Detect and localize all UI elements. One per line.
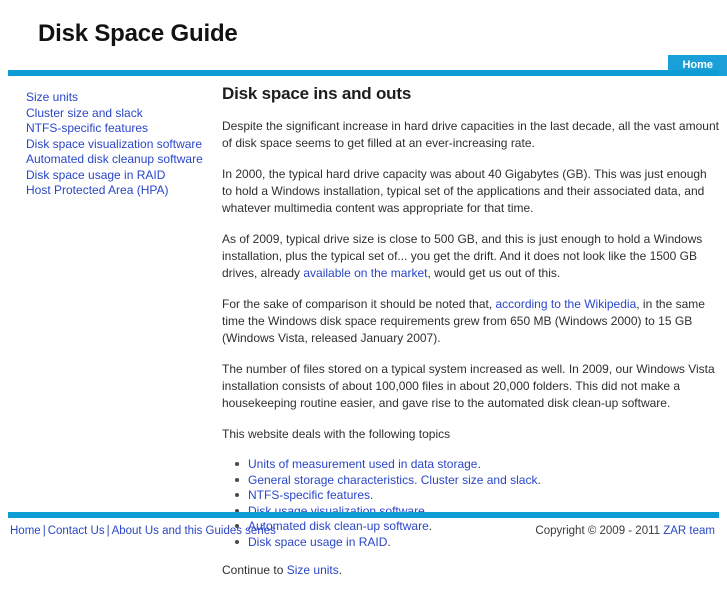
footer-accent-bar — [8, 512, 719, 518]
sidebar-item-size-units[interactable]: Size units — [26, 90, 204, 106]
topic-period: . — [370, 488, 374, 502]
footer-links: Home | Contact Us | About Us and this Guides… — [10, 525, 276, 537]
sidebar-item-visualization-software[interactable]: Disk space visualization software — [26, 137, 204, 153]
topic-period: . — [477, 457, 481, 471]
footer-separator: | — [42, 525, 46, 537]
sidebar-item-raid-usage[interactable]: Disk space usage in RAID — [26, 168, 204, 184]
footer-separator: | — [106, 525, 110, 537]
topic-period: . — [537, 472, 541, 487]
paragraph-year-2009: As of 2009, typical drive size is close … — [222, 231, 719, 282]
header-accent-bar — [8, 70, 719, 76]
sidebar-nav: Size units Cluster size and slack NTFS-s… — [26, 90, 204, 199]
link-according-to-wikipedia[interactable]: according to the Wikipedia — [496, 297, 637, 311]
footer-link-about-us[interactable]: About Us and this Guides series — [112, 525, 276, 537]
bullet-icon — [235, 462, 239, 466]
topic-link-ntfs-specific-features[interactable]: NTFS-specific features — [248, 488, 370, 502]
paragraph-topics-lead: This website deals with the following to… — [222, 427, 451, 441]
bullet-icon — [235, 493, 239, 497]
copyright-text: Copyright © 2009 - 2011 — [535, 525, 664, 537]
page-footer: Home | Contact Us | About Us and this Guides… — [0, 512, 727, 545]
continue-line: Continue to Size units. — [222, 562, 719, 579]
footer-link-home[interactable]: Home — [10, 525, 41, 537]
paragraph-year-2009-text-after: , would get us out of this. — [427, 266, 561, 280]
page-header: Disk Space Guide Home — [0, 0, 727, 76]
list-item: General storage characteristics. Cluster… — [235, 472, 719, 489]
sidebar-item-cleanup-software[interactable]: Automated disk cleanup software — [26, 152, 204, 168]
footer-link-contact-us[interactable]: Contact Us — [48, 525, 105, 537]
bullet-icon — [235, 477, 239, 482]
continue-suffix: . — [338, 563, 343, 577]
topic-link-units-of-measurement[interactable]: Units of measurement used in data storag… — [248, 457, 477, 471]
paragraph-file-counts: The number of files stored on a typical … — [222, 362, 715, 410]
topic-link-general-storage-characteristics[interactable]: General storage characteristics. Cluster… — [248, 473, 537, 487]
list-item: Units of measurement used in data storag… — [235, 457, 719, 473]
link-available-on-the-market[interactable]: available on the market — [303, 266, 427, 280]
copyright: Copyright © 2009 - 2011 ZAR team — [535, 525, 715, 537]
paragraph-comparison-text-before: For the sake of comparison it should be … — [222, 297, 496, 311]
paragraph-comparison: For the sake of comparison it should be … — [222, 296, 719, 347]
paragraph-intro: Despite the significant increase in hard… — [222, 119, 719, 150]
continue-prefix: Continue to — [222, 563, 287, 577]
sidebar-item-cluster-size-slack[interactable]: Cluster size and slack — [26, 106, 204, 122]
sidebar-item-host-protected-area[interactable]: Host Protected Area (HPA) — [26, 183, 204, 199]
list-item: NTFS-specific features. — [235, 488, 719, 504]
continue-link-size-units[interactable]: Size units — [287, 563, 339, 577]
copyright-link-zar-team[interactable]: ZAR team — [663, 525, 715, 537]
sidebar-item-ntfs-features[interactable]: NTFS-specific features — [26, 121, 204, 137]
site-title: Disk Space Guide — [38, 20, 238, 47]
page-title: Disk space ins and outs — [222, 84, 412, 103]
paragraph-year-2000: In 2000, the typical hard drive capacity… — [222, 167, 707, 215]
